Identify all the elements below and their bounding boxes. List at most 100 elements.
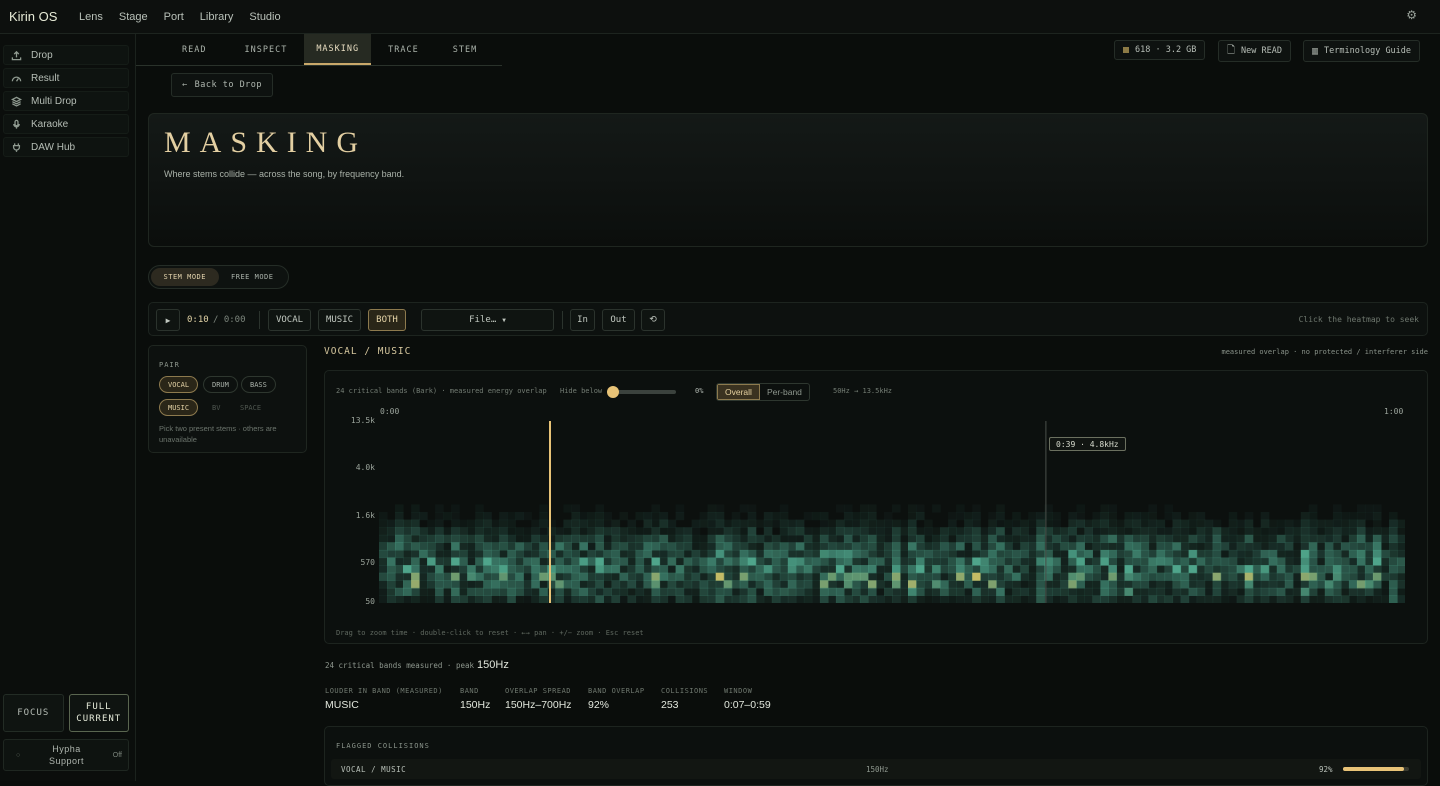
view-vocal-button[interactable]: VOCAL: [268, 309, 311, 331]
pair-panel: PAIR VOCAL DRUM BASS MUSIC BV SPACE Pick…: [148, 345, 307, 453]
free-mode-option[interactable]: FREE MODE: [219, 268, 287, 286]
sidebar-item-multi-drop[interactable]: Multi Drop: [3, 91, 129, 111]
view-music-button[interactable]: MUSIC: [318, 309, 361, 331]
heatmap-cell: [1028, 512, 1037, 521]
heatmap-cell: [916, 572, 925, 581]
heatmap-cell: [1284, 519, 1294, 528]
heatmap-cell: [1020, 580, 1029, 589]
overall-option[interactable]: Overall: [717, 384, 760, 400]
sidebar-item-karaoke[interactable]: Karaoke: [3, 114, 129, 134]
heatmap-cell: [1036, 519, 1045, 528]
heatmap-cell: [715, 512, 725, 521]
sidebar-item-result[interactable]: Result: [3, 68, 129, 88]
heatmap-cell: [1012, 519, 1021, 528]
heatmap-cell: [539, 512, 548, 521]
nav-lens[interactable]: Lens: [72, 7, 110, 27]
heatmap-cell: [1284, 595, 1294, 603]
pair-chip-music[interactable]: MUSIC: [159, 399, 199, 416]
heatmap-cell: [763, 572, 773, 581]
x-tick-start: 0:00: [380, 407, 400, 416]
slider-handle[interactable]: [607, 386, 619, 398]
heatmap-cell: [411, 519, 420, 528]
heatmap-cell: [603, 512, 612, 521]
heatmap-cell: [876, 534, 885, 543]
heatmap-cell: [387, 580, 396, 589]
heatmap-cell: [603, 534, 612, 543]
per-band-option[interactable]: Per-band: [760, 384, 809, 400]
heatmap-cell: [483, 587, 492, 596]
reset-loop-button[interactable]: ⟲: [641, 309, 665, 331]
back-to-drop-button[interactable]: ← Back to Drop: [171, 73, 274, 97]
view-both-button[interactable]: BOTH: [368, 309, 406, 331]
heatmap-cell: [1084, 519, 1093, 528]
heatmap-cell: [1036, 587, 1045, 596]
heatmap-cell: [1204, 595, 1214, 603]
heatmap-cell: [916, 512, 925, 521]
stem-mode-option[interactable]: STEM MODE: [151, 268, 219, 286]
pair-chip-bass[interactable]: BASS: [241, 376, 276, 393]
heatmap-cell: [876, 565, 885, 574]
heatmap-cell: [1068, 557, 1077, 566]
focus-button[interactable]: FOCUS: [3, 694, 64, 732]
heatmap-cell: [835, 565, 845, 574]
heatmap-cell: [619, 534, 629, 543]
heatmap-cell: [635, 587, 645, 596]
nav-library[interactable]: Library: [193, 7, 241, 27]
heatmap-cell: [1036, 580, 1045, 589]
heatmap-cell: [435, 534, 444, 543]
heatmap-cell: [1228, 549, 1238, 559]
masking-heatmap[interactable]: [379, 421, 1405, 603]
y-tick: 13.5k: [350, 416, 375, 425]
heatmap-cell: [1196, 527, 1206, 536]
heatmap-cell: [747, 572, 757, 581]
file-select[interactable]: File… ▼: [421, 309, 554, 331]
heatmap-cell: [1100, 572, 1109, 581]
heatmap-cell: [739, 504, 749, 513]
terminology-guide-button[interactable]: ▥ Terminology Guide: [1303, 40, 1421, 62]
heatmap-cell: [1300, 580, 1310, 589]
hypha-support-toggle[interactable]: ○ Hypha Support Off: [3, 739, 129, 771]
heatmap-cell: [1204, 572, 1214, 581]
heatmap-cell: [964, 549, 973, 559]
heatmap-cell: [435, 512, 444, 521]
heatmap-cell: [507, 534, 516, 543]
tab-masking[interactable]: MASKING: [304, 34, 372, 65]
heatmap-cell: [499, 512, 508, 521]
heatmap-cell: [619, 587, 629, 596]
heatmap-cell: [843, 542, 853, 551]
play-button[interactable]: ▶: [156, 309, 180, 331]
heatmap-cell: [859, 504, 869, 513]
new-read-button[interactable]: 🗋 New READ: [1218, 40, 1291, 62]
sidebar-item-daw-hub[interactable]: DAW Hub: [3, 137, 129, 157]
heatmap-cell: [1389, 595, 1398, 603]
tab-inspect[interactable]: INSPECT: [227, 34, 304, 65]
out-button[interactable]: Out: [602, 309, 635, 331]
heatmap-cell: [731, 519, 741, 528]
heatmap-cell: [892, 527, 901, 536]
sidebar-item-drop[interactable]: Drop: [3, 45, 129, 65]
heatmap-cell: [699, 549, 709, 559]
flagged-row[interactable]: VOCAL / MUSIC 150Hz 92%: [331, 759, 1421, 779]
full-current-button[interactable]: FULL CURRENT: [68, 694, 129, 732]
hide-below-slider[interactable]: [607, 386, 676, 398]
heatmap-cell: [1140, 512, 1150, 521]
tab-trace[interactable]: TRACE: [371, 34, 436, 65]
tab-stem[interactable]: STEM: [436, 34, 494, 65]
heatmap-cell: [595, 565, 604, 574]
heatmap-cell: [956, 572, 965, 581]
tab-read[interactable]: READ: [136, 34, 227, 65]
heatmap-panel: 24 critical bands (Bark) · measured ener…: [324, 370, 1428, 644]
heatmap-cell: [980, 572, 989, 581]
heatmap-cell: [1076, 534, 1085, 543]
nav-studio[interactable]: Studio: [242, 7, 287, 27]
heatmap-cell: [811, 527, 821, 536]
pair-chip-vocal[interactable]: VOCAL: [159, 376, 199, 393]
nav-port[interactable]: Port: [157, 7, 191, 27]
nav-stage[interactable]: Stage: [112, 7, 155, 27]
gear-icon[interactable]: ⚙: [1406, 8, 1417, 22]
heatmap-cell: [956, 580, 965, 589]
in-button[interactable]: In: [570, 309, 595, 331]
hypha-label-2: Support: [48, 756, 85, 766]
pair-chip-drum[interactable]: DRUM: [203, 376, 238, 393]
heatmap-cell: [723, 542, 733, 551]
